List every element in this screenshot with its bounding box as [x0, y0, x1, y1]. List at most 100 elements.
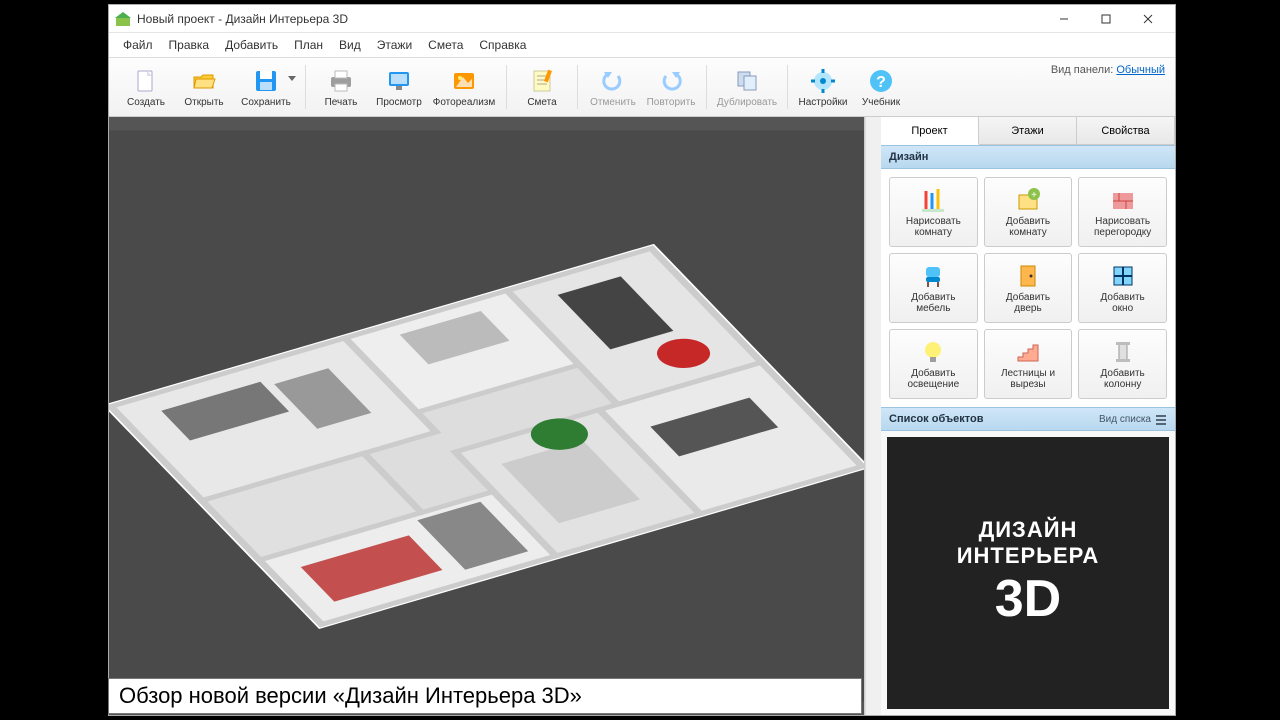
add-window-button[interactable]: Добавить окно: [1078, 253, 1167, 323]
separator: [305, 65, 306, 109]
promo-logo: ДИЗАЙН ИНТЕРЬЕРА 3D: [887, 437, 1169, 709]
photoreal-label: Фотореализм: [433, 97, 496, 108]
photoreal-button[interactable]: Фотореализм: [428, 60, 500, 114]
notepad-icon: [528, 67, 556, 95]
draw-wall-label: Нарисовать перегородку: [1094, 216, 1151, 239]
menu-view[interactable]: Вид: [333, 36, 367, 54]
minimize-button[interactable]: [1043, 7, 1085, 31]
window-icon: [1109, 262, 1137, 290]
panel-mode-label: Вид панели:: [1051, 64, 1113, 76]
close-button[interactable]: [1127, 7, 1169, 31]
objects-header: Список объектов Вид списка: [881, 407, 1175, 431]
menu-edit[interactable]: Правка: [163, 36, 216, 54]
lightbulb-icon: [919, 338, 947, 366]
menu-add[interactable]: Добавить: [219, 36, 284, 54]
menu-help[interactable]: Справка: [473, 36, 532, 54]
video-caption: Обзор новой версии «Дизайн Интерьера 3D»: [108, 678, 862, 714]
redo-button[interactable]: Повторить: [642, 60, 700, 114]
stairs-label: Лестницы и вырезы: [1001, 368, 1055, 391]
view-list-label: Вид списка: [1099, 414, 1151, 425]
settings-button[interactable]: Настройки: [794, 60, 852, 114]
svg-text:?: ?: [876, 74, 886, 91]
tab-properties[interactable]: Свойства: [1077, 117, 1175, 144]
design-header: Дизайн: [881, 145, 1175, 169]
pencil-room-icon: [919, 186, 947, 214]
tab-floors[interactable]: Этажи: [979, 117, 1077, 144]
print-button[interactable]: Печать: [312, 60, 370, 114]
duplicate-icon: [733, 67, 761, 95]
undo-button[interactable]: Отменить: [584, 60, 642, 114]
titlebar: Новый проект - Дизайн Интерьера 3D: [109, 5, 1175, 33]
estimate-label: Смета: [527, 97, 556, 108]
vertical-scrollbar[interactable]: [865, 117, 881, 715]
draw-room-button[interactable]: Нарисовать комнату: [889, 177, 978, 247]
window-controls: [1043, 7, 1169, 31]
design-grid: Нарисовать комнату + Добавить комнату На…: [881, 169, 1175, 407]
render-icon: [450, 67, 478, 95]
separator: [706, 65, 707, 109]
promo-line2: ИНТЕРЬЕРА: [957, 543, 1100, 569]
panel-mode: Вид панели: Обычный: [1051, 64, 1165, 76]
menu-floors[interactable]: Этажи: [371, 36, 418, 54]
create-button[interactable]: Создать: [117, 60, 175, 114]
side-panel: Проект Этажи Свойства Дизайн Нарисовать …: [881, 117, 1175, 715]
content-area: Проект Этажи Свойства Дизайн Нарисовать …: [109, 117, 1175, 715]
stairs-icon: [1014, 338, 1042, 366]
draw-room-label: Нарисовать комнату: [906, 216, 961, 239]
menu-plan[interactable]: План: [288, 36, 329, 54]
save-button[interactable]: Сохранить: [233, 60, 299, 114]
add-window-label: Добавить окно: [1101, 292, 1145, 315]
menu-estimate[interactable]: Смета: [422, 36, 469, 54]
toolbar: Создать Открыть Сохранить Печать Просмот…: [109, 57, 1175, 117]
preview-label: Просмотр: [376, 97, 422, 108]
add-furn-label: Добавить мебель: [911, 292, 955, 315]
duplicate-label: Дублировать: [717, 97, 777, 108]
help-label: Учебник: [862, 97, 900, 108]
objects-header-label: Список объектов: [889, 413, 983, 425]
column-icon: [1109, 338, 1137, 366]
3d-viewport[interactable]: [109, 117, 865, 715]
menu-file[interactable]: Файл: [117, 36, 159, 54]
window-title: Новый проект - Дизайн Интерьера 3D: [137, 12, 1043, 26]
open-button[interactable]: Открыть: [175, 60, 233, 114]
add-room-icon: +: [1014, 186, 1042, 214]
redo-icon: [657, 67, 685, 95]
maximize-button[interactable]: [1085, 7, 1127, 31]
add-room-button[interactable]: + Добавить комнату: [984, 177, 1073, 247]
undo-icon: [599, 67, 627, 95]
design-header-label: Дизайн: [889, 151, 928, 163]
save-icon: [252, 67, 280, 95]
add-column-label: Добавить колонну: [1101, 368, 1145, 391]
save-label: Сохранить: [241, 97, 291, 108]
printer-icon: [327, 67, 355, 95]
redo-label: Повторить: [647, 97, 696, 108]
add-column-button[interactable]: Добавить колонну: [1078, 329, 1167, 399]
tab-project[interactable]: Проект: [881, 117, 979, 145]
app-icon: [115, 11, 131, 27]
help-button[interactable]: ? Учебник: [852, 60, 910, 114]
separator: [506, 65, 507, 109]
add-door-button[interactable]: Добавить дверь: [984, 253, 1073, 323]
separator: [787, 65, 788, 109]
add-light-button[interactable]: Добавить освещение: [889, 329, 978, 399]
chair-icon: [919, 262, 947, 290]
stairs-button[interactable]: Лестницы и вырезы: [984, 329, 1073, 399]
panel-mode-link[interactable]: Обычный: [1116, 64, 1165, 76]
wall-icon: [1109, 186, 1137, 214]
add-furniture-button[interactable]: Добавить мебель: [889, 253, 978, 323]
promo-line3: 3D: [995, 569, 1061, 629]
open-label: Открыть: [184, 97, 223, 108]
add-light-label: Добавить освещение: [907, 368, 959, 391]
add-room-label: Добавить комнату: [1006, 216, 1050, 239]
draw-wall-button[interactable]: Нарисовать перегородку: [1078, 177, 1167, 247]
duplicate-button[interactable]: Дублировать: [713, 60, 781, 114]
preview-button[interactable]: Просмотр: [370, 60, 428, 114]
app-window: Новый проект - Дизайн Интерьера 3D Файл …: [108, 4, 1176, 716]
door-icon: [1014, 262, 1042, 290]
monitor-icon: [385, 67, 413, 95]
estimate-button[interactable]: Смета: [513, 60, 571, 114]
caption-text: Обзор новой версии «Дизайн Интерьера 3D»: [119, 683, 582, 709]
create-label: Создать: [127, 97, 165, 108]
list-view-toggle[interactable]: Вид списка: [1099, 413, 1167, 425]
add-door-label: Добавить дверь: [1006, 292, 1050, 315]
